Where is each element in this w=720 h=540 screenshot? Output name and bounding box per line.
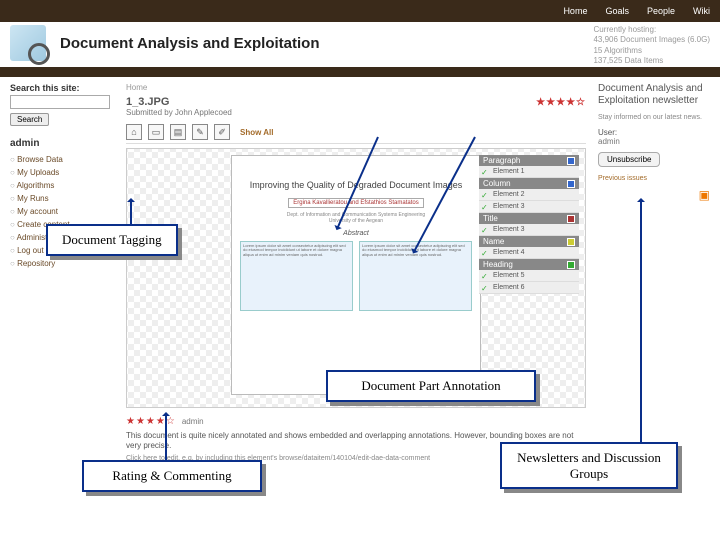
annot-group-column[interactable]: Column [479, 178, 579, 189]
user-name: admin [598, 137, 710, 146]
annot-group-heading[interactable]: Heading [479, 259, 579, 270]
annot-item[interactable]: Element 3 [479, 201, 579, 213]
highlight-icon[interactable]: ▤ [170, 124, 186, 140]
abstract-col-left: Lorem ipsum dolor sit amet consectetur a… [240, 241, 353, 311]
rss-icon[interactable]: ▣ [699, 188, 710, 202]
nav-goals[interactable]: Goals [605, 6, 629, 16]
annot-item[interactable]: Element 4 [479, 247, 579, 259]
site-header: Document Analysis and Exploitation Curre… [0, 22, 720, 67]
unsubscribe-button[interactable]: Unsubscribe [598, 152, 660, 167]
newsletter-title: Document Analysis and Exploitation newsl… [598, 83, 710, 107]
nav-my-runs[interactable]: My Runs [10, 192, 120, 205]
previous-issues-link[interactable]: Previous issues [598, 175, 710, 182]
comment-rating-stars[interactable]: ★★★★☆ [126, 416, 176, 427]
annotation-toolbar: ⌂ ▭ ▤ ✎ ✐ Show All [126, 121, 586, 144]
admin-heading: admin [10, 138, 120, 149]
comment-author: admin [182, 417, 204, 426]
arrow-icon [165, 414, 167, 460]
edit-icon[interactable]: ✐ [214, 124, 230, 140]
nav-my-uploads[interactable]: My Uploads [10, 166, 120, 179]
site-title: Document Analysis and Exploitation [60, 35, 319, 52]
annot-item[interactable]: Element 2 [479, 189, 579, 201]
note-icon[interactable]: ✎ [192, 124, 208, 140]
callout-part-annotation: Document Part Annotation [326, 370, 536, 402]
annot-group-paragraph[interactable]: Paragraph [479, 155, 579, 166]
annot-item[interactable]: Element 6 [479, 282, 579, 294]
user-label: User: [598, 128, 710, 137]
annot-item[interactable]: Element 1 [479, 166, 579, 178]
nav-my-account[interactable]: My account [10, 205, 120, 218]
shape-icon[interactable]: ▭ [148, 124, 164, 140]
submitter: Submitted by John Applecoed [126, 108, 586, 117]
nav-algorithms[interactable]: Algorithms [10, 179, 120, 192]
main-content: Home 1_3.JPG ★★★★☆ Submitted by John App… [120, 77, 590, 497]
tag-icon[interactable]: ⌂ [126, 124, 142, 140]
arrow-icon [130, 200, 132, 224]
hosting-stats: Currently hosting: 43,906 Document Image… [593, 25, 710, 67]
nav-people[interactable]: People [647, 6, 675, 16]
annot-group-name[interactable]: Name [479, 236, 579, 247]
annotation-panel: ParagraphElement 1ColumnElement 2Element… [479, 155, 579, 294]
newsletter-sub: Stay informed on our latest news. [598, 113, 710, 122]
nav-home[interactable]: Home [563, 6, 587, 16]
logo-icon [10, 25, 46, 61]
paper-affiliation: Dept. of Information and Communication S… [240, 212, 472, 224]
abstract-heading: Abstract [240, 230, 472, 237]
annot-item[interactable]: Element 3 [479, 224, 579, 236]
search-label: Search this site: [10, 83, 120, 93]
annot-item[interactable]: Element 5 [479, 270, 579, 282]
nav-wiki[interactable]: Wiki [693, 6, 710, 16]
nav-browse-data[interactable]: Browse Data [10, 153, 120, 166]
document-page: Improving the Quality of Degraded Docume… [231, 155, 481, 395]
arrow-icon [640, 200, 642, 444]
callout-newsletters: Newsletters and Discussion Groups [500, 442, 678, 489]
callout-document-tagging: Document Tagging [46, 224, 178, 256]
callout-rating-commenting: Rating & Commenting [82, 460, 262, 492]
nav-repository[interactable]: Repository [10, 257, 120, 270]
left-sidebar: Search this site: Search admin Browse Da… [10, 77, 120, 497]
paper-authors: Ergina Kavallieratou and Efstathios Stam… [288, 198, 423, 208]
search-input[interactable] [10, 95, 110, 109]
search-button[interactable]: Search [10, 113, 49, 126]
document-title: 1_3.JPG [126, 96, 169, 108]
right-sidebar: Document Analysis and Exploitation newsl… [590, 77, 710, 497]
divider-bar [0, 67, 720, 77]
show-all-link[interactable]: Show All [240, 128, 273, 137]
top-nav: Home Goals People Wiki [0, 0, 720, 22]
breadcrumb[interactable]: Home [126, 83, 586, 92]
annot-group-title[interactable]: Title [479, 213, 579, 224]
rating-stars[interactable]: ★★★★☆ [536, 97, 586, 108]
